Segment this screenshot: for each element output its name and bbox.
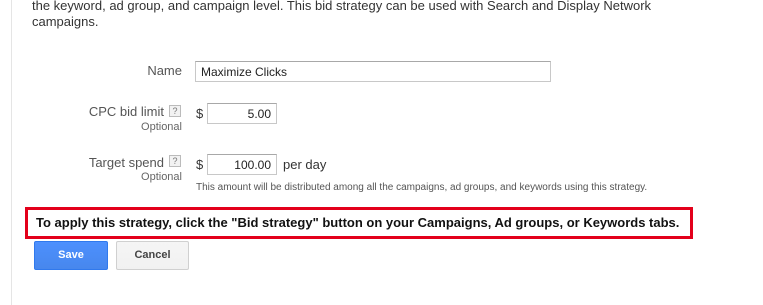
- apply-strategy-notice: To apply this strategy, click the "Bid s…: [25, 207, 693, 239]
- cpc-bid-limit-label: CPC bid limit: [88, 104, 164, 119]
- target-spend-label: Target spend: [88, 155, 164, 170]
- target-spend-currency-symbol: $: [196, 157, 204, 172]
- cpc-bid-limit-input[interactable]: [207, 103, 277, 124]
- cpc-bid-limit-help-icon[interactable]: ?: [169, 105, 181, 117]
- name-label: Name: [147, 63, 182, 78]
- target-spend-help-icon[interactable]: ?: [169, 155, 181, 167]
- target-spend-hint: This amount will be distributed among al…: [196, 182, 648, 193]
- per-day-label: per day: [283, 157, 327, 172]
- panel-left-border: [11, 0, 12, 305]
- description-line-2: campaigns.: [32, 14, 99, 29]
- cancel-button[interactable]: Cancel: [116, 241, 189, 270]
- cpc-currency-symbol: $: [196, 106, 204, 121]
- target-spend-input[interactable]: [207, 154, 277, 175]
- name-input[interactable]: [195, 61, 551, 82]
- description-line-1: the keyword, ad group, and campaign leve…: [32, 0, 652, 13]
- cpc-bid-limit-optional: Optional: [141, 121, 182, 133]
- save-button[interactable]: Save: [34, 241, 108, 270]
- target-spend-optional: Optional: [141, 171, 182, 183]
- strategy-description: the keyword, ad group, and campaign leve…: [32, 0, 732, 30]
